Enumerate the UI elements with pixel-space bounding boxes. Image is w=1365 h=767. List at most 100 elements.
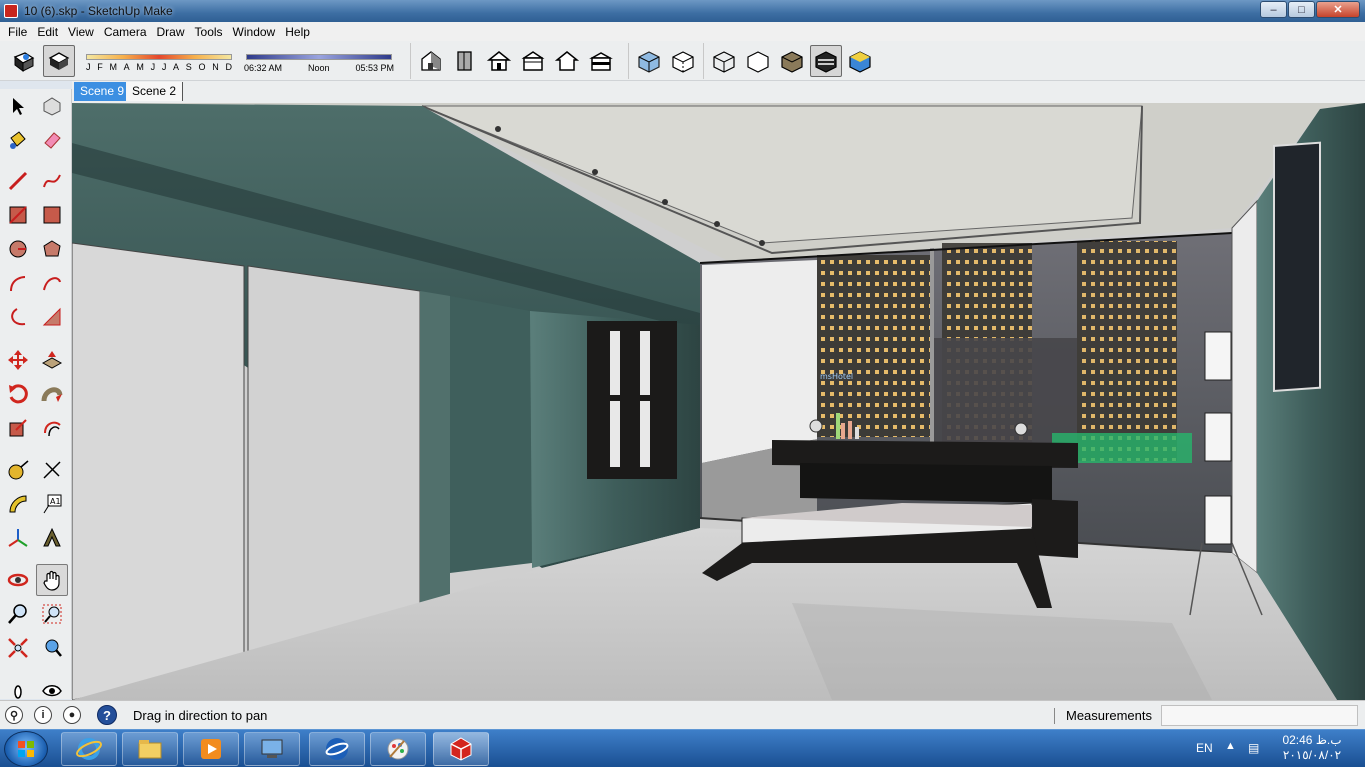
shaded-textures-style-icon[interactable]	[810, 45, 842, 77]
styles-toolbar-b	[703, 43, 878, 79]
windows-taskbar: EN ▲ ▤ 02:46 ب.ظ ٢٠١٥/٠٨/٠٢	[0, 729, 1365, 767]
two-point-arc-icon[interactable]	[36, 267, 68, 299]
previous-view-icon[interactable]	[36, 632, 68, 664]
protractor-icon[interactable]	[2, 488, 34, 520]
wall-niche	[450, 296, 532, 573]
svg-text:A1: A1	[50, 497, 61, 506]
rotate-tool-icon[interactable]	[2, 378, 34, 410]
instructor-help-icon[interactable]: ?	[97, 705, 117, 725]
menu-draw[interactable]: Draw	[152, 25, 190, 39]
time-slider[interactable]	[246, 54, 392, 60]
push-pull-tool-icon[interactable]	[36, 344, 68, 376]
language-indicator[interactable]: EN	[1196, 741, 1213, 755]
tab-scene-2[interactable]: Scene 2	[126, 82, 184, 101]
tab-scene-9[interactable]: Scene 9	[74, 82, 131, 101]
shaded-style-icon[interactable]	[776, 45, 808, 77]
media-player-icon	[201, 739, 221, 759]
minimize-button[interactable]: –	[1260, 1, 1287, 18]
system-clock[interactable]: 02:46 ب.ظ ٢٠١٥/٠٨/٠٢	[1275, 733, 1349, 763]
taskbar-paint[interactable]	[370, 732, 426, 766]
pan-tool-icon[interactable]	[36, 564, 68, 596]
wireframe-style-icon[interactable]	[708, 45, 740, 77]
network-icon[interactable]: ▤	[1248, 741, 1259, 755]
date-slider[interactable]	[86, 54, 232, 60]
hidden-line-style-icon[interactable]	[742, 45, 774, 77]
user-account-icon[interactable]: ●	[63, 706, 81, 724]
month-label: D	[225, 62, 232, 72]
window-controls: – □ ✕	[1260, 1, 1360, 18]
taskbar-google-earth[interactable]	[309, 732, 365, 766]
taskbar-file-explorer[interactable]	[122, 732, 178, 766]
three-point-arc-icon[interactable]	[2, 301, 34, 333]
measurements-input[interactable]	[1161, 705, 1358, 726]
model-viewport[interactable]: msHotel	[72, 103, 1365, 700]
taskbar-internet-explorer[interactable]	[61, 732, 117, 766]
3d-text-icon[interactable]	[36, 522, 68, 554]
select-tool-icon[interactable]	[2, 90, 34, 122]
menu-tools[interactable]: Tools	[190, 25, 228, 39]
rotated-rectangle-icon[interactable]	[36, 199, 68, 231]
menu-view[interactable]: View	[63, 25, 99, 39]
zoom-tool-icon[interactable]	[2, 598, 34, 630]
xray-style-icon[interactable]	[633, 45, 665, 77]
menu-window[interactable]: Window	[228, 25, 281, 39]
internet-explorer-icon	[76, 738, 102, 760]
tape-measure-icon[interactable]	[2, 454, 34, 486]
text-tool-icon[interactable]: A1	[36, 488, 68, 520]
clock-date: ٢٠١٥/٠٨/٠٢	[1282, 748, 1342, 762]
taskbar-media-player[interactable]	[183, 732, 239, 766]
closet-door-left[interactable]	[72, 242, 245, 700]
maximize-button[interactable]: □	[1288, 1, 1315, 18]
city-building	[817, 255, 932, 437]
offset-tool-icon[interactable]	[36, 412, 68, 444]
move-tool-icon[interactable]	[2, 344, 34, 376]
iso-view-icon[interactable]	[415, 45, 447, 77]
monochrome-style-icon[interactable]	[844, 45, 876, 77]
freehand-tool-icon[interactable]	[36, 165, 68, 197]
polygon-tool-icon[interactable]	[36, 233, 68, 265]
show-hidden-icons-icon[interactable]: ▲	[1225, 740, 1236, 752]
month-label: M	[109, 62, 117, 72]
fog-toggle-icon[interactable]	[43, 45, 75, 77]
right-view-icon[interactable]	[517, 45, 549, 77]
rectangle-tool-icon[interactable]	[2, 199, 34, 231]
eraser-icon[interactable]	[36, 124, 68, 156]
follow-me-tool-icon[interactable]	[36, 378, 68, 410]
dimension-tool-icon[interactable]	[36, 454, 68, 486]
circle-tool-icon[interactable]	[2, 233, 34, 265]
orbit-tool-icon[interactable]	[2, 564, 34, 596]
axes-tool-icon[interactable]	[2, 522, 34, 554]
back-edges-icon[interactable]	[667, 45, 699, 77]
wall-cabinet	[587, 321, 677, 479]
month-label: F	[97, 62, 103, 72]
closet-door-right[interactable]	[247, 265, 421, 656]
sketchup-icon	[450, 737, 472, 761]
scale-tool-icon[interactable]	[2, 412, 34, 444]
taskbar-computer[interactable]	[244, 732, 300, 766]
taskbar-sketchup[interactable]	[433, 732, 489, 766]
pie-tool-icon[interactable]	[36, 301, 68, 333]
shadow-toggle-icon[interactable]	[8, 45, 40, 77]
menu-file[interactable]: File	[3, 25, 32, 39]
arc-tool-icon[interactable]	[2, 267, 34, 299]
front-view-icon[interactable]	[483, 45, 515, 77]
make-component-icon[interactable]	[36, 90, 68, 122]
top-view-icon[interactable]	[449, 45, 481, 77]
start-button[interactable]	[4, 731, 48, 767]
google-earth-icon	[325, 738, 349, 760]
zoom-window-icon[interactable]	[36, 598, 68, 630]
back-view-icon[interactable]	[551, 45, 583, 77]
month-label: S	[185, 62, 192, 72]
menu-edit[interactable]: Edit	[32, 25, 63, 39]
left-view-icon[interactable]	[585, 45, 617, 77]
wall-artwork	[1273, 141, 1321, 393]
close-button[interactable]: ✕	[1316, 1, 1360, 18]
menu-help[interactable]: Help	[280, 25, 315, 39]
zoom-extents-icon[interactable]	[2, 632, 34, 664]
credits-icon[interactable]: i	[34, 706, 52, 724]
menu-camera[interactable]: Camera	[99, 25, 152, 39]
geo-location-icon[interactable]: ⚲	[5, 706, 23, 724]
right-wall-edge	[1231, 199, 1258, 575]
line-tool-icon[interactable]	[2, 165, 34, 197]
paint-bucket-icon[interactable]	[2, 124, 34, 156]
